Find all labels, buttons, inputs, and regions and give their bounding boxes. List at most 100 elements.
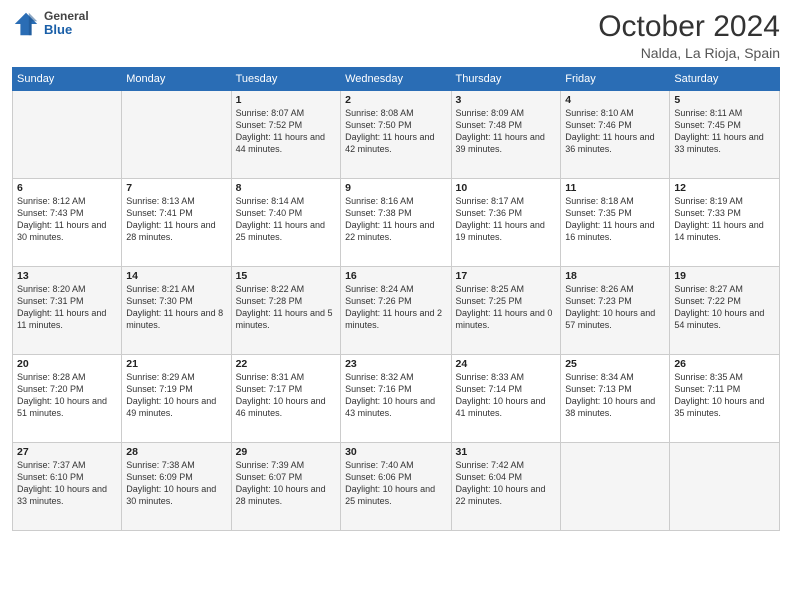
month-title: October 2024 [598, 10, 780, 43]
table-row: 2Sunrise: 8:08 AMSunset: 7:50 PMDaylight… [341, 91, 451, 179]
table-row: 7Sunrise: 8:13 AMSunset: 7:41 PMDaylight… [122, 179, 231, 267]
day-number: 11 [565, 182, 665, 194]
table-row: 3Sunrise: 8:09 AMSunset: 7:48 PMDaylight… [451, 91, 561, 179]
page-container: General Blue October 2024 Nalda, La Rioj… [0, 0, 792, 612]
day-info: Sunrise: 7:39 AMSunset: 6:07 PMDaylight:… [236, 459, 337, 508]
day-info: Sunrise: 8:22 AMSunset: 7:28 PMDaylight:… [236, 283, 337, 332]
day-info: Sunrise: 8:24 AMSunset: 7:26 PMDaylight:… [345, 283, 446, 332]
day-number: 26 [674, 358, 775, 370]
day-number: 3 [456, 94, 557, 106]
day-number: 8 [236, 182, 337, 194]
table-row: 18Sunrise: 8:26 AMSunset: 7:23 PMDayligh… [561, 267, 670, 355]
day-info: Sunrise: 8:17 AMSunset: 7:36 PMDaylight:… [456, 195, 557, 244]
day-number: 28 [126, 446, 226, 458]
day-number: 25 [565, 358, 665, 370]
table-row: 4Sunrise: 8:10 AMSunset: 7:46 PMDaylight… [561, 91, 670, 179]
day-info: Sunrise: 8:20 AMSunset: 7:31 PMDaylight:… [17, 283, 117, 332]
day-info: Sunrise: 8:29 AMSunset: 7:19 PMDaylight:… [126, 371, 226, 420]
table-row: 15Sunrise: 8:22 AMSunset: 7:28 PMDayligh… [231, 267, 341, 355]
table-row: 24Sunrise: 8:33 AMSunset: 7:14 PMDayligh… [451, 355, 561, 443]
day-info: Sunrise: 8:12 AMSunset: 7:43 PMDaylight:… [17, 195, 117, 244]
day-info: Sunrise: 8:08 AMSunset: 7:50 PMDaylight:… [345, 107, 446, 156]
col-thursday: Thursday [451, 68, 561, 91]
table-row: 22Sunrise: 8:31 AMSunset: 7:17 PMDayligh… [231, 355, 341, 443]
header: General Blue October 2024 Nalda, La Rioj… [12, 10, 780, 61]
day-info: Sunrise: 8:26 AMSunset: 7:23 PMDaylight:… [565, 283, 665, 332]
table-row: 31Sunrise: 7:42 AMSunset: 6:04 PMDayligh… [451, 443, 561, 531]
logo: General Blue [12, 10, 89, 38]
table-row [122, 91, 231, 179]
day-number: 30 [345, 446, 446, 458]
col-saturday: Saturday [670, 68, 780, 91]
logo-icon [12, 10, 40, 38]
day-info: Sunrise: 8:13 AMSunset: 7:41 PMDaylight:… [126, 195, 226, 244]
day-number: 14 [126, 270, 226, 282]
day-number: 5 [674, 94, 775, 106]
day-number: 31 [456, 446, 557, 458]
table-row: 27Sunrise: 7:37 AMSunset: 6:10 PMDayligh… [13, 443, 122, 531]
table-row: 5Sunrise: 8:11 AMSunset: 7:45 PMDaylight… [670, 91, 780, 179]
day-number: 19 [674, 270, 775, 282]
table-row: 19Sunrise: 8:27 AMSunset: 7:22 PMDayligh… [670, 267, 780, 355]
col-tuesday: Tuesday [231, 68, 341, 91]
day-info: Sunrise: 8:18 AMSunset: 7:35 PMDaylight:… [565, 195, 665, 244]
logo-blue: Blue [44, 23, 89, 37]
table-row: 23Sunrise: 8:32 AMSunset: 7:16 PMDayligh… [341, 355, 451, 443]
table-row: 16Sunrise: 8:24 AMSunset: 7:26 PMDayligh… [341, 267, 451, 355]
table-row: 28Sunrise: 7:38 AMSunset: 6:09 PMDayligh… [122, 443, 231, 531]
day-info: Sunrise: 8:25 AMSunset: 7:25 PMDaylight:… [456, 283, 557, 332]
day-number: 16 [345, 270, 446, 282]
table-row: 20Sunrise: 8:28 AMSunset: 7:20 PMDayligh… [13, 355, 122, 443]
day-info: Sunrise: 7:42 AMSunset: 6:04 PMDaylight:… [456, 459, 557, 508]
day-number: 12 [674, 182, 775, 194]
table-row [13, 91, 122, 179]
table-row: 29Sunrise: 7:39 AMSunset: 6:07 PMDayligh… [231, 443, 341, 531]
day-info: Sunrise: 8:32 AMSunset: 7:16 PMDaylight:… [345, 371, 446, 420]
table-row [561, 443, 670, 531]
location-subtitle: Nalda, La Rioja, Spain [598, 45, 780, 61]
day-info: Sunrise: 8:28 AMSunset: 7:20 PMDaylight:… [17, 371, 117, 420]
calendar-week-row: 6Sunrise: 8:12 AMSunset: 7:43 PMDaylight… [13, 179, 780, 267]
day-info: Sunrise: 8:27 AMSunset: 7:22 PMDaylight:… [674, 283, 775, 332]
day-number: 23 [345, 358, 446, 370]
day-info: Sunrise: 8:14 AMSunset: 7:40 PMDaylight:… [236, 195, 337, 244]
table-row: 17Sunrise: 8:25 AMSunset: 7:25 PMDayligh… [451, 267, 561, 355]
day-number: 24 [456, 358, 557, 370]
table-row: 14Sunrise: 8:21 AMSunset: 7:30 PMDayligh… [122, 267, 231, 355]
day-info: Sunrise: 8:35 AMSunset: 7:11 PMDaylight:… [674, 371, 775, 420]
day-number: 15 [236, 270, 337, 282]
col-wednesday: Wednesday [341, 68, 451, 91]
day-number: 17 [456, 270, 557, 282]
table-row: 8Sunrise: 8:14 AMSunset: 7:40 PMDaylight… [231, 179, 341, 267]
table-row [670, 443, 780, 531]
calendar-week-row: 13Sunrise: 8:20 AMSunset: 7:31 PMDayligh… [13, 267, 780, 355]
day-number: 21 [126, 358, 226, 370]
day-info: Sunrise: 8:21 AMSunset: 7:30 PMDaylight:… [126, 283, 226, 332]
table-row: 12Sunrise: 8:19 AMSunset: 7:33 PMDayligh… [670, 179, 780, 267]
col-sunday: Sunday [13, 68, 122, 91]
day-info: Sunrise: 8:10 AMSunset: 7:46 PMDaylight:… [565, 107, 665, 156]
day-number: 7 [126, 182, 226, 194]
day-info: Sunrise: 8:19 AMSunset: 7:33 PMDaylight:… [674, 195, 775, 244]
calendar-header-row: Sunday Monday Tuesday Wednesday Thursday… [13, 68, 780, 91]
day-number: 1 [236, 94, 337, 106]
day-info: Sunrise: 7:37 AMSunset: 6:10 PMDaylight:… [17, 459, 117, 508]
day-info: Sunrise: 8:33 AMSunset: 7:14 PMDaylight:… [456, 371, 557, 420]
col-friday: Friday [561, 68, 670, 91]
logo-text: General Blue [44, 10, 89, 37]
col-monday: Monday [122, 68, 231, 91]
table-row: 25Sunrise: 8:34 AMSunset: 7:13 PMDayligh… [561, 355, 670, 443]
table-row: 13Sunrise: 8:20 AMSunset: 7:31 PMDayligh… [13, 267, 122, 355]
calendar-week-row: 1Sunrise: 8:07 AMSunset: 7:52 PMDaylight… [13, 91, 780, 179]
day-number: 22 [236, 358, 337, 370]
day-number: 20 [17, 358, 117, 370]
table-row: 30Sunrise: 7:40 AMSunset: 6:06 PMDayligh… [341, 443, 451, 531]
calendar-week-row: 20Sunrise: 8:28 AMSunset: 7:20 PMDayligh… [13, 355, 780, 443]
day-number: 27 [17, 446, 117, 458]
table-row: 21Sunrise: 8:29 AMSunset: 7:19 PMDayligh… [122, 355, 231, 443]
table-row: 6Sunrise: 8:12 AMSunset: 7:43 PMDaylight… [13, 179, 122, 267]
day-info: Sunrise: 7:38 AMSunset: 6:09 PMDaylight:… [126, 459, 226, 508]
title-block: October 2024 Nalda, La Rioja, Spain [598, 10, 780, 61]
day-info: Sunrise: 8:16 AMSunset: 7:38 PMDaylight:… [345, 195, 446, 244]
table-row: 10Sunrise: 8:17 AMSunset: 7:36 PMDayligh… [451, 179, 561, 267]
